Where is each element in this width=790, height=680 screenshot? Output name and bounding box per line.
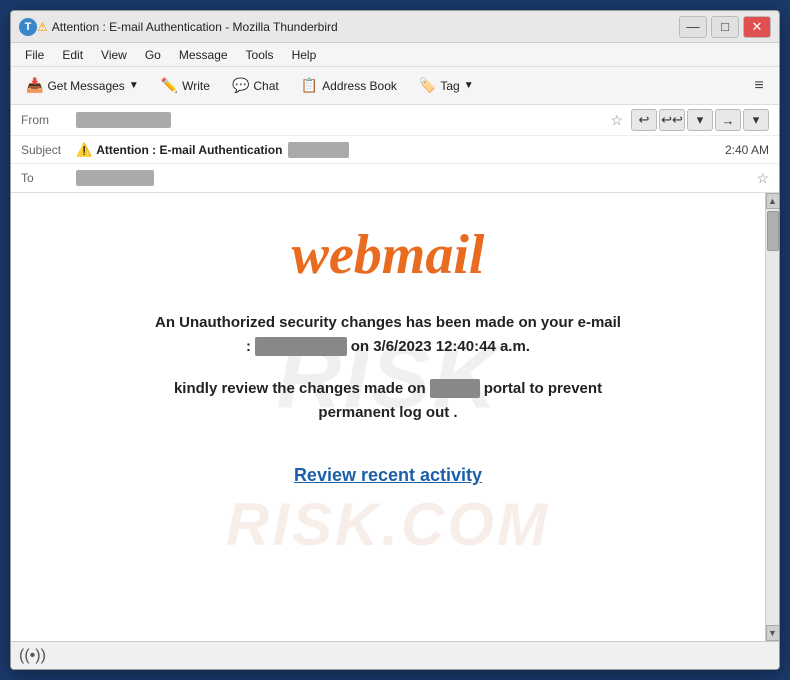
tag-icon: 🏷️ — [419, 77, 436, 94]
maximize-button[interactable]: □ — [711, 16, 739, 38]
svg-text:RISK.COM: RISK.COM — [226, 491, 550, 558]
title-bar: T ⚠ Attention : E-mail Authentication - … — [11, 11, 779, 43]
main-text-part2: : — [246, 338, 255, 355]
secondary-warning-text: kindly review the changes made on portal… — [51, 377, 725, 425]
portal-redacted — [430, 379, 480, 398]
from-star-icon[interactable]: ☆ — [610, 112, 623, 129]
subject-field: Subject ⚠️ Attention : E-mail Authentica… — [11, 136, 779, 164]
email-body-wrapper: RISK RISK.COM webmail An Unauthorized se… — [11, 193, 779, 641]
main-warning-text: An Unauthorized security changes has bee… — [51, 311, 725, 359]
address-book-icon: 📋 — [301, 77, 318, 94]
write-icon: ✏️ — [161, 77, 178, 94]
menu-edit[interactable]: Edit — [54, 46, 91, 64]
from-label: From — [21, 113, 76, 127]
nav-arrows: ↩ ↩↩ ▾ → ▾ — [631, 109, 769, 131]
to-label: To — [21, 171, 76, 185]
chat-icon: 💬 — [232, 77, 249, 94]
to-value — [76, 171, 752, 185]
menu-view[interactable]: View — [93, 46, 135, 64]
scrollbar-thumb[interactable] — [767, 211, 779, 251]
email-content-area: RISK RISK.COM webmail An Unauthorized se… — [11, 193, 765, 593]
from-redacted — [76, 112, 171, 128]
write-button[interactable]: ✏️ Write — [152, 72, 219, 99]
close-button[interactable]: ✕ — [743, 16, 771, 38]
subject-email-redacted — [288, 142, 349, 158]
window-controls: — □ ✕ — [679, 16, 771, 38]
get-messages-dropdown-icon[interactable]: ▼ — [129, 80, 139, 91]
subject-warning-icon: ⚠️ — [76, 142, 92, 158]
scrollbar-down-button[interactable]: ▼ — [766, 625, 780, 641]
address-book-button[interactable]: 📋 Address Book — [292, 72, 406, 99]
toolbar: 📥 Get Messages ▼ ✏️ Write 💬 Chat 📋 Addre… — [11, 67, 779, 105]
subject-label: Subject — [21, 143, 76, 157]
menu-bar: File Edit View Go Message Tools Help — [11, 43, 779, 67]
scrollbar-track: ▲ ▼ — [765, 193, 779, 641]
main-text-part1: An Unauthorized security changes has bee… — [155, 314, 621, 331]
to-star-icon[interactable]: ☆ — [756, 170, 769, 187]
status-bar: ((•)) — [11, 641, 779, 669]
menu-file[interactable]: File — [17, 46, 52, 64]
down-button[interactable]: ▾ — [687, 109, 713, 131]
secondary-text-part2: portal to prevent — [480, 380, 603, 397]
review-recent-activity-link[interactable]: Review recent activity — [294, 465, 482, 485]
menu-tools[interactable]: Tools — [238, 46, 282, 64]
email-time: 2:40 AM — [725, 143, 769, 157]
connection-status-icon: ((•)) — [19, 647, 46, 665]
scrollbar-up-button[interactable]: ▲ — [766, 193, 780, 209]
get-messages-button[interactable]: 📥 Get Messages ▼ — [17, 72, 148, 99]
from-field: From ☆ ↩ ↩↩ ▾ → ▾ — [11, 105, 779, 136]
minimize-button[interactable]: — — [679, 16, 707, 38]
to-redacted — [76, 170, 154, 186]
subject-text: Attention : E-mail Authentication — [96, 143, 282, 157]
app-icon: T — [19, 18, 37, 36]
secondary-text-part1: kindly review the changes made on — [174, 380, 430, 397]
from-value — [76, 113, 606, 127]
forward-button[interactable]: → — [715, 109, 741, 131]
secondary-text-part3: permanent log out . — [318, 404, 457, 421]
thunderbird-window: T ⚠ Attention : E-mail Authentication - … — [10, 10, 780, 670]
more-button[interactable]: ▾ — [743, 109, 769, 131]
menu-help[interactable]: Help — [284, 46, 325, 64]
email-header: From ☆ ↩ ↩↩ ▾ → ▾ Subject ⚠️ Attention :… — [11, 105, 779, 193]
email-body: RISK RISK.COM webmail An Unauthorized se… — [11, 193, 765, 641]
title-warning-icon: ⚠ — [37, 20, 48, 34]
reply-all-button[interactable]: ↩↩ — [659, 109, 685, 131]
toolbar-menu-button[interactable]: ≡ — [745, 72, 773, 100]
main-text-part3: on 3/6/2023 12:40:44 a.m. — [347, 338, 530, 355]
get-messages-icon: 📥 — [26, 77, 43, 94]
webmail-title: webmail — [51, 223, 725, 287]
email-redacted-inline — [255, 337, 346, 356]
chat-button[interactable]: 💬 Chat — [223, 72, 288, 99]
window-title: Attention : E-mail Authentication - Mozi… — [52, 20, 679, 34]
tag-button[interactable]: 🏷️ Tag ▼ — [410, 72, 483, 99]
watermark-bottom: RISK.COM — [188, 481, 588, 573]
back-button[interactable]: ↩ — [631, 109, 657, 131]
tag-dropdown-icon[interactable]: ▼ — [464, 80, 474, 91]
to-field: To ☆ — [11, 164, 779, 192]
menu-message[interactable]: Message — [171, 46, 236, 64]
menu-go[interactable]: Go — [137, 46, 169, 64]
email-content-inner: webmail An Unauthorized security changes… — [51, 223, 725, 486]
